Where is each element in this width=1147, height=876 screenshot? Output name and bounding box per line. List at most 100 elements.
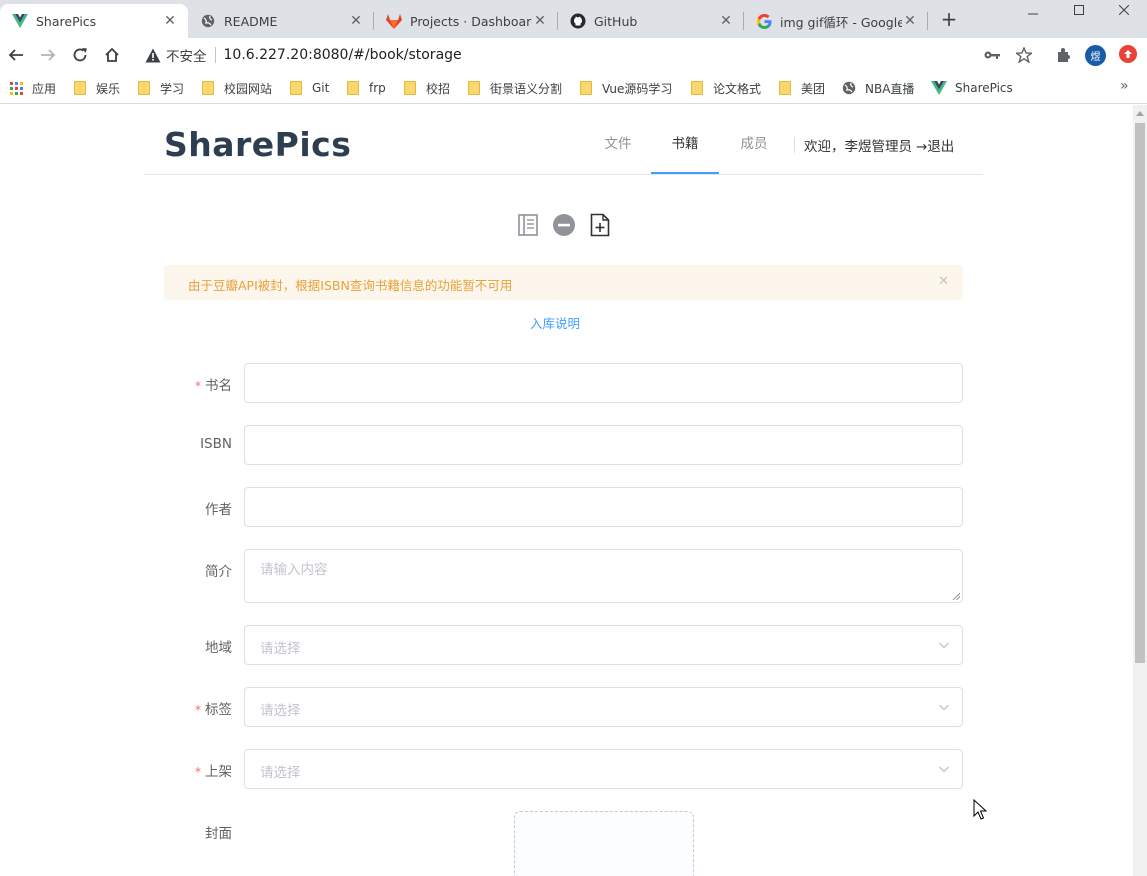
intro-placeholder: 请输入内容 <box>260 562 328 578</box>
browser-tab-google[interactable]: img gif循环 - Google ✕ <box>744 4 928 38</box>
bookmark-folder[interactable]: 娱乐 <box>72 80 120 96</box>
bookmark-folder[interactable]: 美团 <box>777 80 825 96</box>
storage-help-link[interactable]: 入库说明 <box>530 313 580 332</box>
address-bar[interactable]: 不安全 10.6.227.20:8080/#/book/storage <box>136 42 972 68</box>
maximize-icon[interactable] <box>1056 0 1102 20</box>
reload-icon[interactable] <box>69 44 91 66</box>
bookmark-folder[interactable]: 校园网站 <box>200 80 272 96</box>
bookmark-nba[interactable]: NBA直播 <box>841 80 914 96</box>
chevron-down-icon <box>939 642 949 649</box>
folder-icon <box>200 80 216 96</box>
bookmark-sharepics[interactable]: SharePics <box>931 80 1013 96</box>
update-icon[interactable] <box>1119 45 1137 63</box>
google-icon <box>756 13 772 29</box>
browser-toolbar: 不安全 10.6.227.20:8080/#/book/storage 煜 <box>0 38 1147 72</box>
form-item-tags: * 标签 请选择 <box>164 687 963 727</box>
region-select[interactable]: 请选择 <box>244 625 963 665</box>
minimize-icon[interactable] <box>1010 0 1056 20</box>
github-icon <box>570 13 586 29</box>
close-tab-icon[interactable]: ✕ <box>902 13 918 29</box>
star-icon[interactable] <box>1014 45 1034 65</box>
bookmark-folder[interactable]: Git <box>288 80 329 96</box>
scroll-up-icon[interactable] <box>1136 111 1144 116</box>
bookmark-folder[interactable]: 论文格式 <box>689 80 761 96</box>
chevron-down-icon <box>939 766 949 773</box>
scrollbar-thumb[interactable] <box>1135 123 1145 663</box>
vue-icon <box>931 80 947 96</box>
page-scrollbar[interactable] <box>1133 105 1147 876</box>
title-input[interactable] <box>244 363 963 403</box>
close-alert-icon[interactable]: ✕ <box>938 274 949 289</box>
form-label-isbn: ISBN <box>200 436 232 452</box>
shelf-select[interactable]: 请选择 <box>244 749 963 789</box>
close-tab-icon[interactable]: ✕ <box>162 13 178 29</box>
bookmark-apps[interactable]: 应用 <box>8 80 56 96</box>
tags-select[interactable]: 请选择 <box>244 687 963 727</box>
shelf-placeholder: 请选择 <box>260 765 301 781</box>
form-item-isbn: ISBN <box>164 425 963 465</box>
close-window-icon[interactable] <box>1101 0 1147 20</box>
new-tab-button[interactable]: + <box>938 9 960 31</box>
warning-icon[interactable] <box>144 46 162 64</box>
back-icon[interactable] <box>5 44 27 66</box>
close-tab-icon[interactable]: ✕ <box>348 13 364 29</box>
close-tab-icon[interactable]: ✕ <box>718 13 734 29</box>
browser-tab-sharepics[interactable]: SharePics ✕ <box>0 4 188 38</box>
profile-avatar[interactable]: 煜 <box>1085 45 1106 66</box>
page-content: SharePics 文件 书籍 成员 欢迎，李煜管理员 →退出 由于豆瓣API被封… <box>0 105 1133 876</box>
region-placeholder: 请选择 <box>260 641 301 657</box>
nav-files[interactable]: 文件 <box>590 105 646 174</box>
intro-textarea[interactable]: 请输入内容 <box>244 549 963 603</box>
user-welcome: 欢迎，李煜管理员 →退出 <box>804 135 954 155</box>
form-label-region: 地域 <box>205 640 232 656</box>
folder-icon <box>402 80 418 96</box>
browser-tab-readme[interactable]: README ✕ <box>188 4 374 38</box>
tab-title: Projects · Dashboard <box>410 13 532 29</box>
extensions-icon[interactable] <box>1054 45 1074 65</box>
author-input[interactable] <box>244 487 963 527</box>
welcome-text: 欢迎，李煜管理员 <box>804 139 912 155</box>
book-list-icon[interactable] <box>516 213 540 237</box>
logout-arrow-icon: → <box>916 139 928 155</box>
close-tab-icon[interactable]: ✕ <box>532 13 548 29</box>
form-label-author: 作者 <box>205 502 232 518</box>
forward-icon[interactable] <box>37 44 59 66</box>
form-label-shelf: * 上架 <box>195 764 232 780</box>
bookmark-folder[interactable]: frp <box>345 80 386 96</box>
isbn-input[interactable] <box>244 425 963 465</box>
apps-grid-icon <box>8 80 24 96</box>
folder-icon <box>72 80 88 96</box>
bookmark-folder[interactable]: Vue源码学习 <box>578 80 672 96</box>
cover-upload-area[interactable] <box>514 811 694 876</box>
app-header: SharePics 文件 书籍 成员 欢迎，李煜管理员 →退出 <box>144 105 983 175</box>
bookmarks-overflow-icon[interactable]: » <box>1120 78 1129 94</box>
tab-title: SharePics <box>36 13 97 29</box>
key-icon[interactable] <box>982 45 1002 65</box>
form-label-intro: 简介 <box>205 564 232 580</box>
tab-title: GitHub <box>594 13 638 29</box>
tab-title: img gif循环 - Google <box>780 14 902 30</box>
app-logo[interactable]: SharePics <box>164 125 351 164</box>
browser-tab-bar: SharePics ✕ README ✕ Projects · Dashboar… <box>0 0 1147 38</box>
mouse-cursor-icon <box>973 799 987 820</box>
bookmark-folder[interactable]: 学习 <box>136 80 184 96</box>
folder-icon <box>345 80 361 96</box>
form-label-tags: * 标签 <box>195 702 232 718</box>
remove-circle-icon[interactable] <box>552 213 576 237</box>
globe-icon <box>200 13 216 29</box>
form-item-author: 作者 <box>164 487 963 527</box>
logout-link[interactable]: →退出 <box>916 139 954 155</box>
add-document-icon[interactable] <box>588 213 612 237</box>
tags-placeholder: 请选择 <box>260 703 301 719</box>
bookmark-folder[interactable]: 校招 <box>402 80 450 96</box>
nav-members[interactable]: 成员 <box>726 105 782 174</box>
bookmark-folder[interactable]: 街景语义分割 <box>466 80 562 96</box>
folder-icon <box>136 80 152 96</box>
browser-tab-projects[interactable]: Projects · Dashboard ✕ <box>374 4 558 38</box>
browser-tab-github[interactable]: GitHub ✕ <box>558 4 744 38</box>
resize-handle-icon[interactable] <box>952 592 960 600</box>
home-icon[interactable] <box>101 44 123 66</box>
url-text[interactable]: 10.6.227.20:8080/#/book/storage <box>224 47 462 63</box>
nav-books[interactable]: 书籍 <box>651 105 719 174</box>
security-label[interactable]: 不安全 <box>166 45 207 65</box>
